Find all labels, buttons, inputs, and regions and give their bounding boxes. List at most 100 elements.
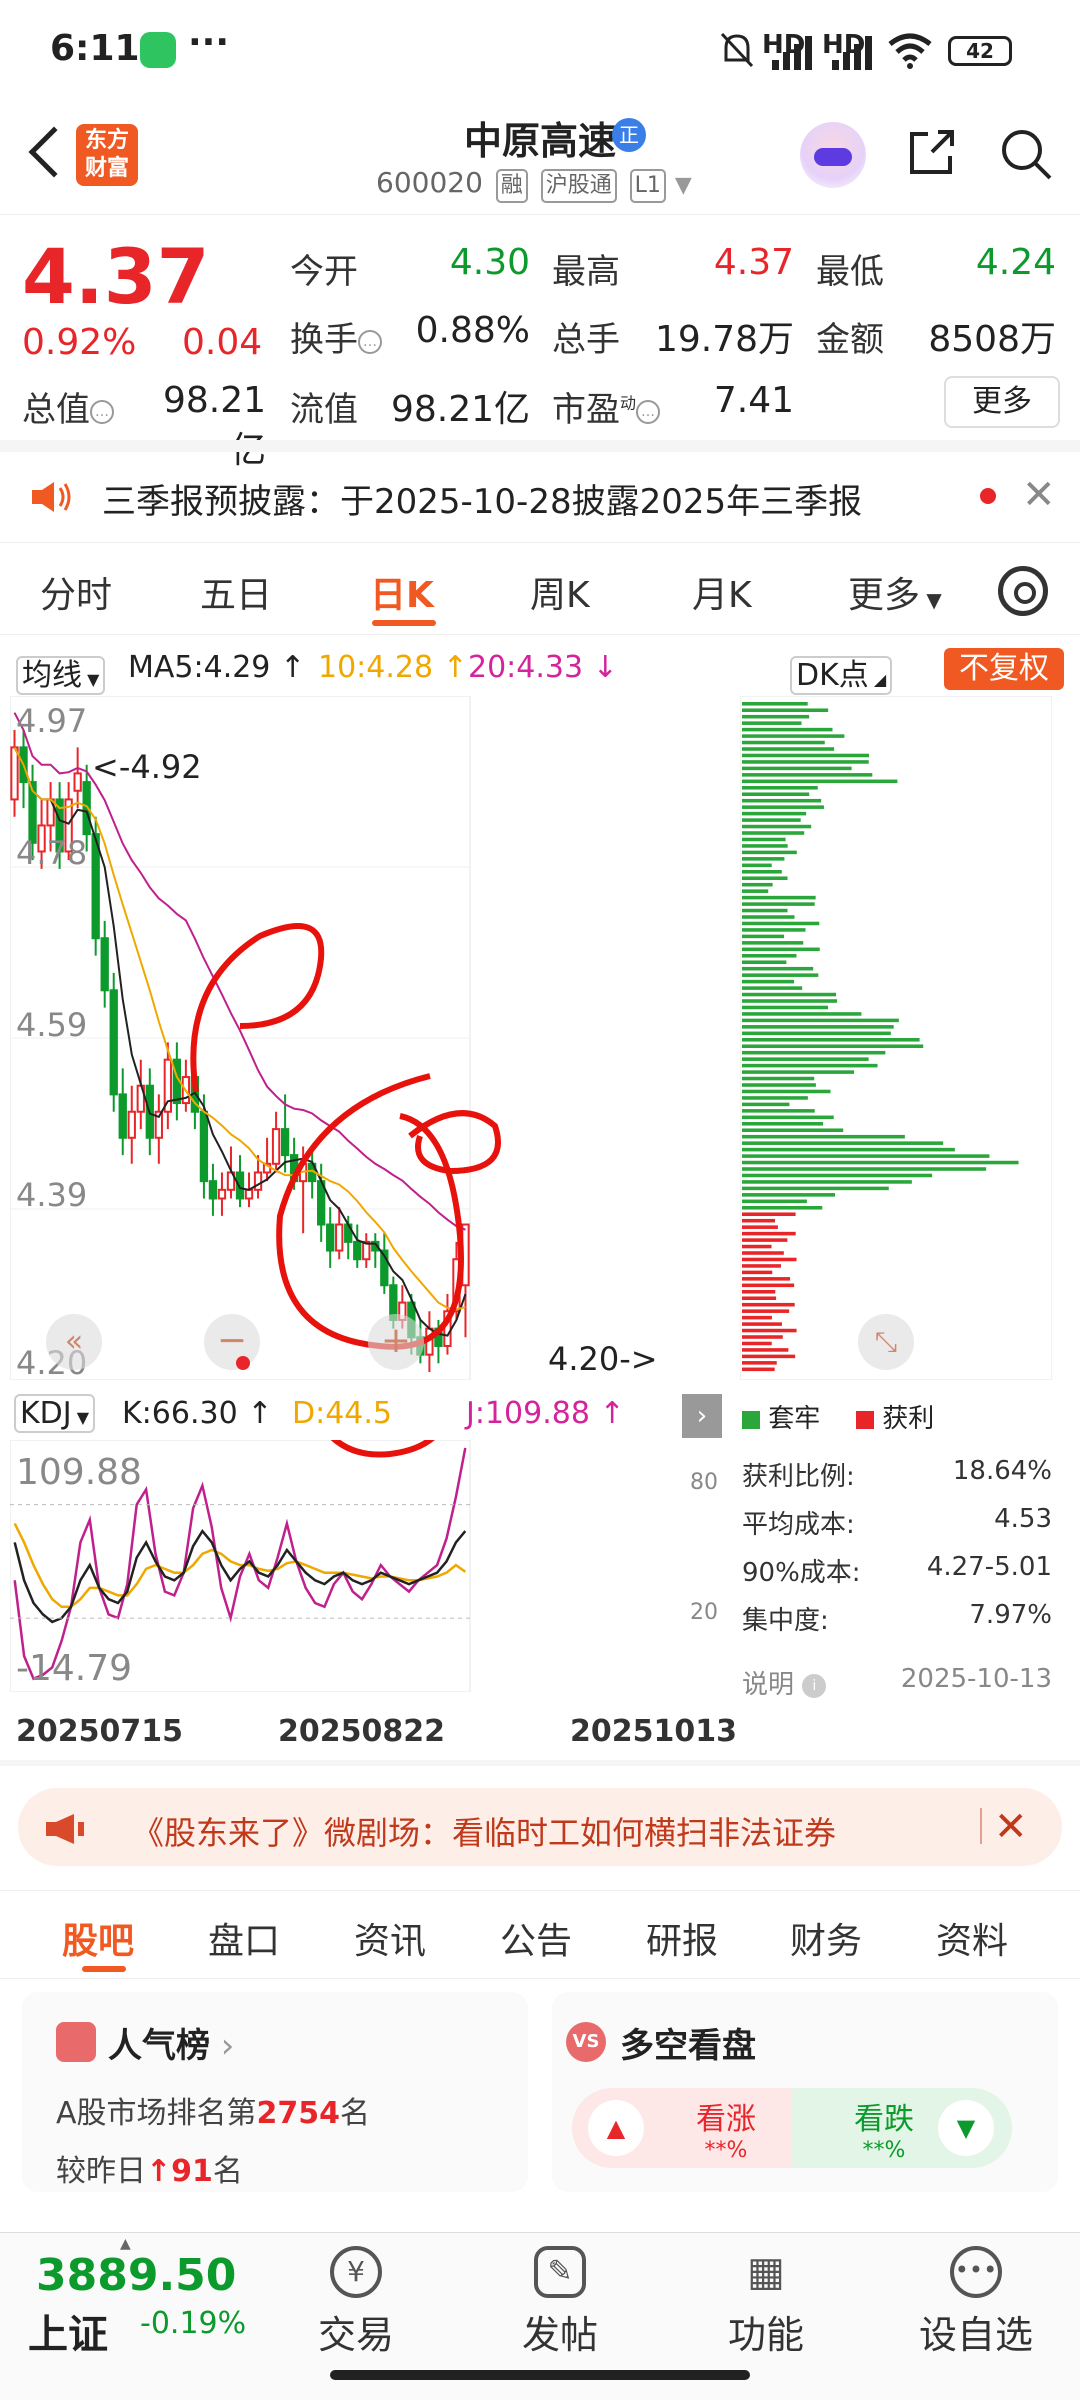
explain-link[interactable]: 说明 i (742, 1664, 827, 1701)
cost-bar-loss (742, 792, 810, 797)
ma-select[interactable]: 均线 ▼ (16, 650, 106, 695)
price-axis-2: 4.78 (16, 834, 88, 872)
cost-bar-loss (742, 811, 807, 816)
cost-bar-loss (742, 708, 829, 713)
cost-bar-profit (742, 1277, 791, 1281)
tab-monthly-k[interactable]: 月K (692, 566, 752, 618)
nav-post[interactable]: ✎ 发帖 (490, 2236, 630, 2359)
tab-news[interactable]: 资讯 (354, 1912, 426, 1964)
candlestick-chart[interactable] (10, 696, 724, 1380)
popularity-title: 人气榜 › (108, 2026, 235, 2066)
tag-margin: 融 (495, 169, 528, 203)
vote-up-label: 看涨 **% (696, 2102, 756, 2163)
tab-announcements[interactable]: 公告 (500, 1912, 572, 1964)
low-value: 4.24 (975, 242, 1056, 283)
cost-bar-loss (742, 805, 824, 809)
cost-bar-profit (742, 1257, 797, 1262)
share-icon[interactable] (906, 128, 956, 178)
cost-bar-loss (742, 1089, 831, 1094)
open-label: 今开 (290, 252, 358, 292)
cost-bar-loss (742, 837, 786, 842)
gear-icon[interactable] (998, 566, 1048, 616)
high-value: 4.37 (713, 242, 794, 283)
index-value[interactable]: 3889.50 (36, 2250, 236, 2301)
cost-bar-loss (742, 863, 772, 868)
adjust-button[interactable]: 不复权 (944, 648, 1064, 690)
volume-value: 19.78万 (654, 319, 794, 360)
cost-bar-profit (742, 1341, 772, 1346)
tab-profile[interactable]: 资料 (936, 1912, 1008, 1964)
pe-dynamic-sup: 动 (620, 393, 637, 413)
tab-orderbook[interactable]: 盘口 (208, 1912, 280, 1964)
tab-intraday[interactable]: 分时 (40, 566, 112, 618)
cost-bar-loss (742, 1206, 823, 1210)
rank-delta-text: 较昨日↑91名 (56, 2154, 243, 2189)
cost-bar-profit (742, 1283, 795, 1288)
candle-body (335, 1223, 344, 1252)
index-name[interactable]: 上证 (28, 2302, 108, 2360)
tab-daily-k[interactable]: 日K (370, 566, 434, 618)
cost-bar-loss (742, 1186, 889, 1191)
cost-bar-loss (742, 1109, 815, 1113)
cost-bar-profit (742, 1290, 776, 1294)
candle-body (199, 1110, 209, 1183)
tab-research[interactable]: 研报 (646, 1912, 718, 1964)
turnover-label[interactable]: 换手… (290, 312, 382, 361)
candle-body (109, 989, 118, 1096)
stock-code-row[interactable]: 600020 融 沪股通 L1 ▼ (376, 166, 692, 203)
cost-bar-loss (742, 1147, 955, 1152)
close-icon[interactable]: ✕ (1022, 472, 1056, 518)
pe-label[interactable]: 市盈动… (552, 382, 661, 431)
more-button[interactable]: 更多 (944, 376, 1060, 428)
zoom-in-button[interactable]: + (368, 1314, 424, 1370)
dk-select[interactable]: DK点 ◢ (790, 650, 893, 695)
nav-trade[interactable]: ¥ 交易 (286, 2236, 426, 2359)
cost-bar-loss (742, 1038, 920, 1042)
wifi-icon (888, 33, 932, 69)
kdj-select[interactable]: KDJ ▼ (14, 1394, 96, 1433)
search-icon[interactable] (998, 126, 1054, 182)
cost-bar-profit (742, 1315, 772, 1320)
cost-bar-loss (742, 921, 820, 926)
price-axis-4: 4.39 (16, 1176, 88, 1214)
nav-functions-label: 功能 (727, 2313, 804, 2357)
float-label: 流值 (290, 390, 358, 430)
cost-bar-loss (742, 1102, 790, 1107)
nav-add-watchlist[interactable]: ••• 设自选 (906, 2236, 1046, 2359)
wechat-icon (140, 32, 176, 68)
cost-distribution-chart (740, 696, 1052, 1380)
tab-active-indicator (372, 620, 436, 626)
tab-weekly-k[interactable]: 周K (530, 566, 590, 618)
yen-circle-icon: ¥ (330, 2246, 382, 2298)
cost-bar-loss (742, 1031, 891, 1036)
megaphone-icon (46, 1814, 84, 1844)
kdj-level-20: 20 (690, 1600, 718, 1625)
cost-bar-profit (742, 1244, 772, 1249)
notice-text[interactable]: 三季报预披露：于2025-10-28披露2025年三季报 (102, 474, 862, 523)
ai-assistant-icon[interactable] (800, 122, 866, 188)
cost-bar-loss (742, 831, 805, 835)
tab-forum[interactable]: 股吧 (62, 1912, 134, 1964)
candle-body (217, 1188, 227, 1200)
cost-bar-loss (742, 727, 833, 732)
cost-bar-loss (742, 1173, 933, 1178)
tab-five-day[interactable]: 五日 (200, 566, 272, 618)
close-icon[interactable]: ✕ (994, 1804, 1028, 1850)
avg-cost-value: 4.53 (994, 1504, 1052, 1534)
cost-bar-loss (742, 960, 787, 965)
candle-body (253, 1171, 263, 1191)
promo-text[interactable]: 《股东来了》微剧场：看临时工如何横扫非法证券 (132, 1808, 836, 1854)
tab-more[interactable]: 更多 ▼ (848, 566, 942, 618)
rewind-button[interactable]: « (46, 1314, 102, 1370)
cost-bar-loss (742, 857, 785, 861)
nav-functions[interactable]: ▦ 功能 (696, 2236, 836, 2359)
zoom-out-button[interactable]: − (204, 1314, 260, 1370)
kdj-toggle-button[interactable]: › (682, 1394, 722, 1438)
kdj-j: J:109.88 ↑ (466, 1396, 625, 1431)
cost-bar-loss (742, 954, 797, 958)
volume-label: 总手 (552, 320, 620, 360)
status-time: 6:11 (50, 28, 140, 69)
mktcap-label[interactable]: 总值… (22, 382, 114, 431)
promo-divider (980, 1808, 982, 1844)
tab-financials[interactable]: 财务 (790, 1912, 862, 1964)
